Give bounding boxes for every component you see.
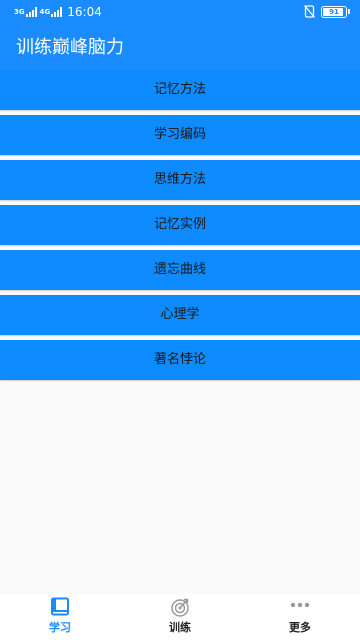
tab-study-label: 学习 [49,621,71,634]
menu-item-memory-examples[interactable]: 记忆实例 [0,205,360,245]
status-time: 16:04 [67,5,102,19]
status-right: 91 [304,5,350,18]
battery-percent: 91 [329,7,339,16]
tab-training-label: 训练 [169,621,191,634]
menu-item-thinking-methods[interactable]: 思维方法 [0,160,360,200]
tab-training[interactable]: 训练 [120,594,240,640]
target-icon [171,598,189,617]
network-3g-label: 3G [14,7,25,16]
menu-list: 记忆方法 学习编码 思维方法 记忆实例 遗忘曲线 心理学 著名悖论 [0,70,360,385]
battery-icon: 91 [321,5,347,18]
signal-icon [25,7,37,17]
status-bar: 3G 4G 16:04 91 [0,0,360,24]
more-dots-icon [290,602,310,608]
battery-cap [348,9,350,14]
book-icon [51,597,69,616]
signal-icon [51,7,63,17]
menu-item-forgetting-curve[interactable]: 遗忘曲线 [0,250,360,290]
app-title: 训练巅峰脑力 [16,37,124,58]
tab-study[interactable]: 学习 [0,594,120,640]
status-left: 3G 4G 16:04 [14,5,102,19]
silent-icon [304,5,315,18]
menu-item-famous-paradoxes[interactable]: 著名悖论 [0,340,360,380]
menu-item-memory-methods[interactable]: 记忆方法 [0,70,360,110]
bottom-nav: 学习 训练 更多 [0,594,360,640]
app-screen: 3G 4G 16:04 91 训练巅峰脑力 记忆方法 学习编码 思维方法 记忆实… [0,0,360,640]
menu-item-psychology[interactable]: 心理学 [0,295,360,335]
menu-item-learning-encoding[interactable]: 学习编码 [0,115,360,155]
tab-more[interactable]: 更多 [240,594,360,640]
tab-more-label: 更多 [289,621,311,634]
app-bar: 训练巅峰脑力 [0,24,360,72]
network-4g-label: 4G [39,7,51,16]
